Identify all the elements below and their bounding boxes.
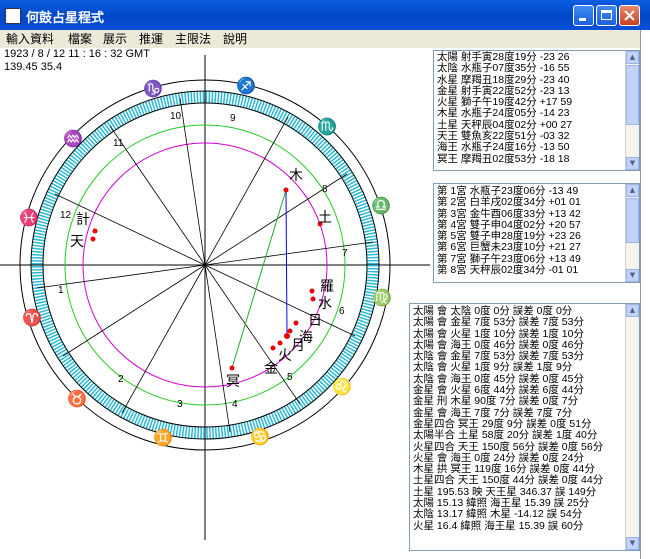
sign-pisces: ♓ (19, 208, 39, 227)
minimize-icon (579, 18, 586, 21)
aspects-list[interactable]: 太陽 會 太陰 0度 0分 誤差 0度 0分 太陽 會 金星 7度 53分 誤差… (409, 303, 640, 551)
list-item[interactable]: 海王 水瓶子24度16分 -13 50 (434, 142, 639, 154)
sign-cancer: ♋ (250, 427, 270, 446)
house-number-1: 1 (58, 285, 64, 296)
sign-libra: ♎ (371, 196, 391, 215)
scroll-down-icon[interactable]: ▼ (626, 269, 639, 282)
planet-uranus: 天 (70, 233, 84, 249)
house-number-8: 8 (322, 184, 328, 195)
sign-aries: ♈ (22, 308, 42, 327)
planet-mercury: 水 (318, 295, 332, 311)
list-item[interactable]: 太陽 會 金星 7度 53分 誤差 7度 53分 (410, 316, 639, 328)
sign-aquarius: ♒ (63, 129, 83, 148)
house-number-3: 3 (177, 399, 183, 410)
sign-virgo: ♍ (372, 288, 392, 307)
planet-node: 羅 (320, 278, 334, 294)
list-item[interactable]: 第 8宮 天秤辰02度34分 -01 01 (434, 264, 639, 276)
list-item[interactable]: 金星 刑 木星 90度 7分 誤差 0度 7分 (410, 396, 639, 408)
planet-venus: 金 (264, 360, 278, 376)
vertical-scrollbar[interactable]: ▲ ▼ (625, 51, 639, 170)
app-icon (5, 8, 21, 24)
vertical-scrollbar[interactable]: ▲ ▼ (625, 304, 639, 550)
planet-south-node: 計 (76, 211, 90, 227)
scroll-thumb[interactable] (626, 198, 639, 243)
house-number-9: 9 (230, 113, 236, 124)
scroll-up-icon[interactable]: ▲ (626, 184, 639, 197)
menu-input-data[interactable]: 輸入資料 (6, 31, 54, 47)
list-item[interactable]: 冥王 摩羯丑02度53分 -18 18 (434, 153, 639, 165)
scroll-thumb[interactable] (626, 65, 639, 125)
menu-display[interactable]: 展示 (103, 31, 127, 47)
house-number-5: 5 (287, 372, 293, 383)
house-number-6: 6 (339, 306, 345, 317)
list-item[interactable]: 火星 16.4 緯照 海王星 15.39 誤 60分 (410, 520, 639, 532)
planet-positions-list[interactable]: 太陽 射手寅28度19分 -23 26 太陰 水瓶子07度35分 -16 55 … (433, 50, 640, 171)
horoscope-chart: ♑ ♒ ♓ ♈ ♉ ♊ ♋ ♌ ♍ ♎ ♏ ♐ 1 2 3 4 5 6 7 8 … (0, 55, 430, 540)
close-button[interactable] (619, 5, 640, 26)
planet-sun: 日 (308, 312, 322, 328)
menu-bar: 輸入資料 檔案 展示 推運 主限法 說明 (0, 30, 640, 48)
house-number-7: 7 (342, 248, 348, 259)
minimize-button[interactable] (573, 5, 594, 26)
list-item[interactable]: 太陰 水瓶子07度35分 -16 55 (434, 62, 639, 74)
scroll-down-icon[interactable]: ▼ (626, 157, 639, 170)
sign-leo: ♌ (332, 377, 352, 396)
menu-primary-direction[interactable]: 主限法 (175, 31, 211, 47)
sign-sagittarius: ♐ (236, 76, 256, 95)
house-number-12: 12 (60, 210, 72, 221)
window-title: 何鼓占星程式 (26, 11, 105, 26)
maximize-icon (601, 10, 612, 20)
list-item[interactable]: 太陽半合 土星 58度 20分 誤差 1度 40分 (410, 429, 639, 441)
menu-file[interactable]: 檔案 (68, 31, 92, 47)
house-number-10: 10 (170, 111, 182, 122)
house-number-11: 11 (113, 138, 124, 149)
planet-saturn: 土 (318, 209, 332, 225)
background-window-edge (640, 30, 650, 559)
scroll-down-icon[interactable]: ▼ (626, 537, 639, 550)
scroll-up-icon[interactable]: ▲ (626, 51, 639, 64)
house-number-2: 2 (118, 374, 124, 385)
scroll-up-icon[interactable]: ▲ (626, 304, 639, 317)
sign-gemini: ♊ (153, 428, 173, 447)
planet-moon: 月 (291, 337, 305, 353)
house-number-4: 4 (232, 399, 238, 410)
list-item[interactable]: 第 2宮 白羊戌02度34分 +01 01 (434, 196, 639, 208)
sign-capricorn: ♑ (143, 79, 163, 98)
title-bar: 何鼓占星程式 (0, 0, 650, 30)
menu-help[interactable]: 說明 (223, 31, 247, 47)
vertical-scrollbar[interactable]: ▲ ▼ (625, 184, 639, 282)
planet-jupiter: 木 (289, 167, 303, 183)
list-item[interactable]: 太陰 13.17 緯照 木星 -14.12 誤 54分 (410, 509, 639, 521)
planet-mars: 火 (278, 347, 292, 363)
sign-scorpio: ♏ (317, 117, 337, 136)
planet-pluto: 冥 (226, 373, 240, 389)
menu-progression[interactable]: 推運 (139, 31, 163, 47)
sign-taurus: ♉ (67, 389, 87, 408)
house-cusps-list[interactable]: 第 1宮 水瓶子23度06分 -13 49 第 2宮 白羊戌02度34分 +01… (433, 183, 640, 283)
maximize-button[interactable] (596, 5, 617, 26)
close-icon (624, 10, 635, 21)
